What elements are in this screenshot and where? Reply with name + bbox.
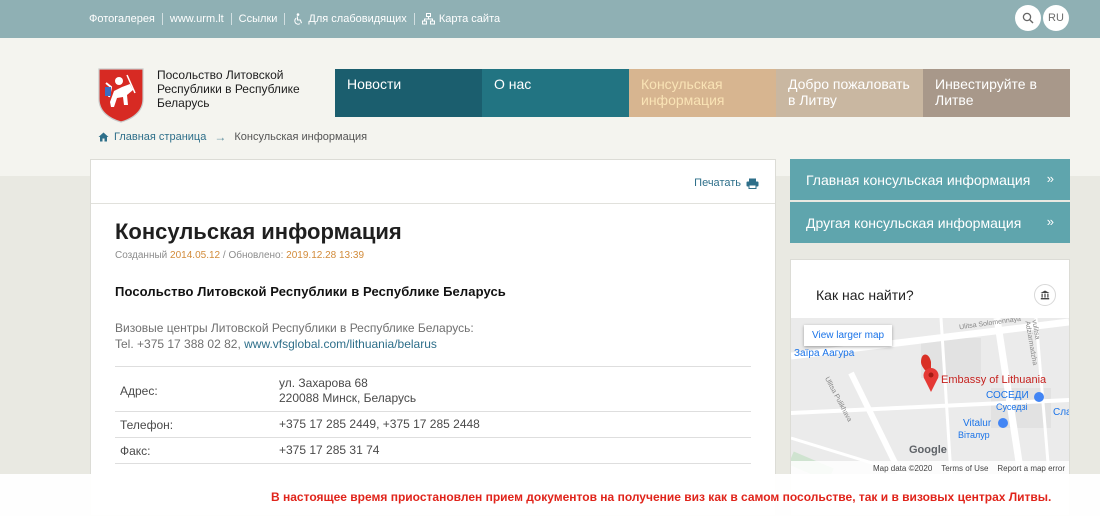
coat-of-arms-logo[interactable] (97, 67, 145, 123)
sitemap-icon (421, 13, 435, 25)
embassy-icon-button[interactable] (1034, 284, 1056, 306)
map-place-label: СОСЕДИ (986, 390, 1029, 401)
visa-centers-info: Визовые центры Литовской Республики в Ре… (115, 320, 474, 352)
divider (230, 13, 232, 25)
section-title: Посольство Литовской Республики в Респуб… (115, 284, 506, 299)
nav-item-consular[interactable]: Консульская информация (629, 69, 776, 117)
map-title: Как нас найти? (816, 287, 914, 303)
table-row: Телефон: +375 17 285 2449, +375 17 285 2… (115, 412, 751, 438)
print-bar: Печатать (91, 160, 775, 204)
breadcrumb-current: Консульская информация (234, 131, 368, 143)
map-embassy-label[interactable]: Embassy of Lithuania (941, 374, 1046, 386)
embassy-name[interactable]: Посольство Литовской Республики в Респуб… (157, 68, 307, 110)
row-label: Факс: (120, 444, 151, 458)
row-label: Адрес: (120, 384, 158, 398)
nav-item-welcome[interactable]: Добро пожаловать в Литву (776, 69, 923, 117)
accessibility-icon (294, 13, 303, 25)
top-link-label: www.urm.lt (169, 13, 224, 25)
embedded-map[interactable]: View larger map Заїра Аагура Embassy of … (791, 318, 1069, 475)
double-chevron-icon: » (1046, 171, 1054, 186)
map-place-sublabel: Віталур (958, 430, 990, 440)
notice-banner: В настоящее время приостановлен прием до… (0, 474, 1100, 516)
map-place-label: Сла (1053, 407, 1069, 418)
google-logo: Google (909, 444, 947, 456)
print-button[interactable]: Печатать (694, 177, 759, 189)
top-link-label: Фотогалерея (89, 13, 155, 25)
created-label: Созданный (115, 250, 168, 261)
top-link-sitemap[interactable]: Карта сайта (421, 13, 501, 25)
printer-icon (746, 178, 759, 189)
created-date: 2014.05.12 (170, 250, 221, 261)
table-row: Факс: +375 17 285 31 74 (115, 438, 751, 464)
main-nav: Новости О нас Консульская информация Доб… (335, 69, 1070, 117)
sidebar-item-label: Главная консульская информация (806, 172, 1031, 188)
visa-link[interactable]: www.vfsglobal.com/lithuania/belarus (244, 337, 437, 351)
map-footer: Map data ©2020 Terms of Use Report a map… (791, 461, 1069, 475)
top-link-label: Для слабовидящих (308, 13, 407, 25)
sidebar-item-main-consular[interactable]: Главная консульская информация » (790, 159, 1070, 200)
divider (413, 13, 415, 25)
divider (284, 13, 286, 25)
top-link-accessibility[interactable]: Для слабовидящих (292, 13, 407, 25)
breadcrumb: Главная страница → Консульская информаци… (98, 130, 367, 144)
top-link-links[interactable]: Ссылки (239, 13, 278, 25)
map-place-label: Заїра Аагура (794, 348, 855, 359)
table-row: Адрес: ул. Захарова 68 220088 Минск, Бел… (115, 366, 751, 412)
nav-item-about[interactable]: О нас (482, 69, 629, 117)
sidebar-item-label: Другая консульская информация (806, 215, 1022, 231)
page-meta: Созданный 2014.05.12 / Обновлено: 2019.1… (115, 250, 364, 261)
updated-label: / Обновлено: (222, 250, 284, 261)
view-larger-map-link[interactable]: View larger map (804, 325, 893, 346)
row-label: Телефон: (120, 418, 174, 432)
top-link-label: Карта сайта (438, 13, 501, 25)
map-data-text: Map data ©2020 (873, 463, 933, 473)
map-place-sublabel: Суседзi (996, 402, 1028, 412)
print-label: Печатать (694, 177, 741, 189)
home-icon (98, 132, 109, 142)
updated-date: 2019.12.28 13:39 (286, 250, 365, 261)
language-button[interactable]: RU (1043, 5, 1069, 31)
top-link-label: Ссылки (238, 13, 278, 25)
map-report-link[interactable]: Report a map error (997, 464, 1065, 473)
visa-centers-text: Визовые центры Литовской Республики в Ре… (115, 321, 474, 335)
nav-item-news[interactable]: Новости (335, 69, 482, 117)
content-card: Печатать Консульская информация Созданны… (90, 159, 776, 516)
breadcrumb-arrow-icon: → (214, 130, 227, 144)
map-terms-link[interactable]: Terms of Use (941, 464, 988, 473)
notice-text: В настоящее время приостановлен прием до… (271, 490, 1052, 504)
divider (161, 13, 163, 25)
row-value: +375 17 285 31 74 (279, 443, 380, 457)
site-header: Посольство Литовской Республики в Респуб… (0, 38, 1100, 176)
contact-table: Адрес: ул. Захарова 68 220088 Минск, Бел… (115, 366, 751, 464)
visa-phone: Tel. +375 17 388 02 82, (115, 337, 241, 351)
top-bar: Фотогалерея www.urm.lt Ссылки Для слабов… (0, 0, 1100, 38)
breadcrumb-home-link[interactable]: Главная страница (114, 131, 206, 143)
double-chevron-icon: » (1046, 214, 1054, 229)
page-title: Консульская информация (115, 219, 402, 244)
sidebar-item-other-consular[interactable]: Другая консульская информация » (790, 202, 1070, 243)
top-link-urm[interactable]: www.urm.lt (170, 13, 224, 25)
top-link-gallery[interactable]: Фотогалерея (89, 13, 155, 25)
search-icon (1022, 12, 1034, 24)
address-line: 220088 Минск, Беларусь (279, 391, 417, 405)
nav-item-invest[interactable]: Инвестируйте в Литве (923, 69, 1070, 117)
bank-icon (1040, 290, 1050, 300)
search-button[interactable] (1015, 5, 1041, 31)
map-place-label: Vitalur (963, 418, 992, 429)
row-value: +375 17 285 2449, +375 17 285 2448 (279, 417, 480, 431)
address-line: ул. Захарова 68 (279, 376, 368, 390)
row-value: ул. Захарова 68 220088 Минск, Беларусь (279, 367, 751, 411)
top-links: Фотогалерея www.urm.lt Ссылки Для слабов… (89, 0, 500, 38)
